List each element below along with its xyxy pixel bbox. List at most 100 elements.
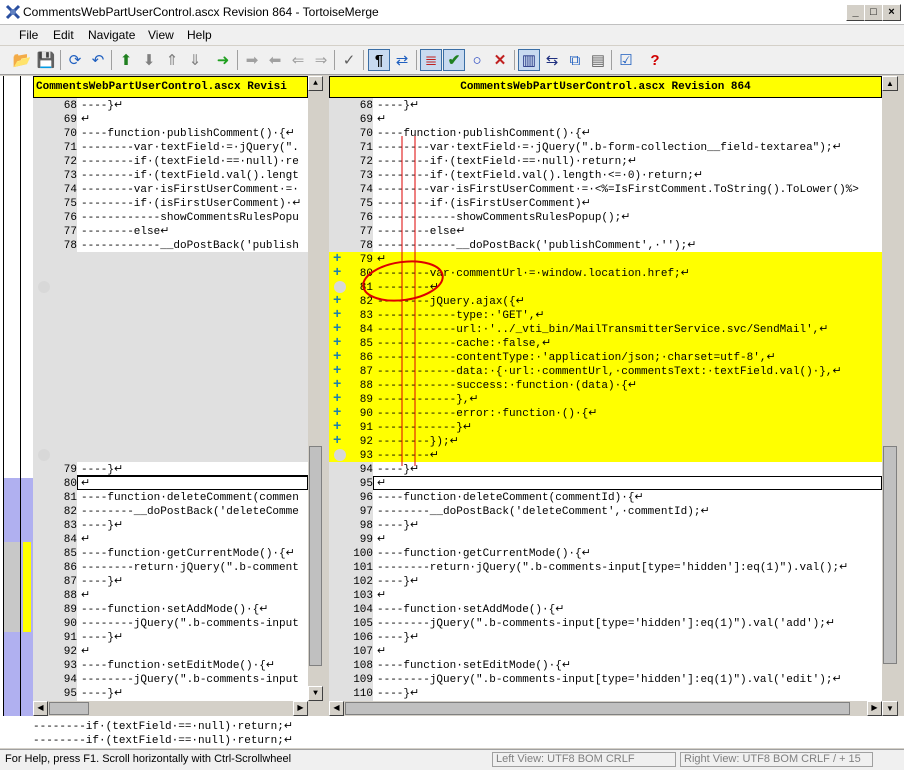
line-text: --------if·(textField·==·null)·re (81, 156, 299, 168)
save-icon[interactable]: 💾 (35, 49, 57, 71)
close-x-icon[interactable]: ✕ (489, 49, 511, 71)
one-pane-icon[interactable]: ▥ (518, 49, 540, 71)
line-text: ----}↵ (81, 464, 124, 476)
toolbar-separator (111, 50, 112, 70)
line-number: 79 (63, 464, 77, 476)
two-pane-icon[interactable]: ⇆ (541, 49, 563, 71)
right-vertical-scrollbar[interactable]: ▲ ▼ (882, 76, 898, 716)
scroll-thumb[interactable] (883, 446, 897, 664)
use-theirs-icon[interactable]: ➡ (241, 49, 263, 71)
line-text: --------return·jQuery(".b-comment (81, 562, 299, 574)
scroll-thumb[interactable] (309, 446, 322, 666)
next-diff-icon[interactable]: ⇓ (184, 49, 206, 71)
scroll-up-button[interactable]: ▲ (882, 76, 898, 91)
line-number: 81 (63, 492, 77, 504)
scroll-down-button[interactable]: ▼ (882, 701, 898, 716)
line-number: 89 (63, 604, 77, 616)
settings-icon[interactable]: ☑ (615, 49, 637, 71)
line-number: 83 (63, 520, 77, 532)
blame-icon[interactable]: ▤ (587, 49, 609, 71)
line-number: 73 (63, 170, 77, 182)
prev-diff-icon[interactable]: ⇑ (161, 49, 183, 71)
menu-view[interactable]: View (148, 28, 174, 42)
menu-bar: File Edit Navigate View Help (0, 25, 904, 45)
line-number: 71 (63, 142, 77, 154)
next-conflict-icon[interactable]: ⬇ (138, 49, 160, 71)
line-text: ----function·getCurrentMode()·{↵ (81, 548, 295, 560)
right-view-change-count: / + 15 (832, 753, 861, 765)
use-mine-icon[interactable]: ⬅ (264, 49, 286, 71)
menu-file[interactable]: File (19, 28, 38, 42)
circle-icon[interactable]: ○ (466, 49, 488, 71)
locator-added-marker (23, 542, 31, 632)
status-help-text: For Help, press F1. Scroll horizontally … (5, 753, 292, 765)
diff-circle-icon (38, 281, 50, 293)
line-text: ----}↵ (81, 688, 124, 700)
line-text: --------__doPostBack('deleteComme (81, 506, 299, 518)
line-number: 95 (63, 688, 77, 700)
line-text: ------------showCommentsRulesPopu (81, 212, 299, 224)
patch-icon[interactable]: ⧉ (564, 49, 586, 71)
prev-conflict-icon[interactable]: ⬆ (115, 49, 137, 71)
status-bar: For Help, press F1. Scroll horizontally … (0, 749, 904, 770)
toolbar-separator (237, 50, 238, 70)
line-text: ↵ (81, 646, 91, 658)
use-mine-before-icon[interactable]: ⇒ (310, 49, 332, 71)
scroll-left-button[interactable]: ◀ (329, 701, 344, 716)
left-view[interactable]: CommentsWebPartUserControl.ascx Revisi 6… (33, 76, 323, 716)
inline-diff-icon[interactable]: ≣ (420, 49, 442, 71)
line-text: ----function·deleteComment(commen (81, 492, 299, 504)
scroll-down-button[interactable]: ▼ (308, 686, 323, 701)
current-line-box (77, 476, 308, 490)
window-title: CommentsWebPartUserControl.ascx Revision… (23, 5, 379, 19)
next-step-icon[interactable]: ➜ (212, 49, 234, 71)
line-number: 91 (63, 632, 77, 644)
mark-resolved-icon[interactable]: ✓ (338, 49, 360, 71)
scroll-right-button[interactable]: ▶ (867, 701, 882, 716)
check-icon[interactable]: ✔ (443, 49, 465, 71)
minimize-button[interactable]: _ (846, 4, 865, 21)
left-vertical-scrollbar[interactable]: ▲ ▼ (308, 76, 323, 701)
right-view[interactable]: CommentsWebPartUserControl.ascx Revision… (329, 76, 882, 716)
scroll-thumb[interactable] (49, 702, 89, 715)
line-text: --------var·isFirstUserComment·=· (81, 184, 299, 196)
use-theirs-before-icon[interactable]: ⇐ (287, 49, 309, 71)
undo-icon[interactable]: ↶ (87, 49, 109, 71)
line-text: --------jQuery(".b-comments-input (81, 674, 299, 686)
tortoise-app-icon (5, 4, 21, 20)
scroll-right-button[interactable]: ▶ (293, 701, 308, 716)
maximize-button[interactable]: □ (864, 4, 883, 21)
line-text: ----}↵ (81, 520, 124, 532)
open-icon[interactable]: 📂 (11, 49, 33, 71)
bottom-line-diff[interactable]: --------if·(textField·==·null)·return;↵ … (0, 716, 904, 748)
locator-bar[interactable] (0, 76, 33, 748)
menu-navigate[interactable]: Navigate (88, 28, 135, 42)
line-number: 88 (63, 590, 77, 602)
line-number: 86 (63, 562, 77, 574)
scroll-up-button[interactable]: ▲ (308, 76, 323, 91)
wrap-icon[interactable]: ⇄ (391, 49, 413, 71)
line-number: 82 (63, 506, 77, 518)
right-horizontal-scrollbar[interactable]: ◀ ▶ (329, 701, 882, 716)
close-button[interactable]: × (882, 4, 901, 21)
reload-icon[interactable]: ⟳ (64, 49, 86, 71)
line-number: 92 (63, 646, 77, 658)
line-number: 94 (63, 674, 77, 686)
scroll-thumb[interactable] (345, 702, 850, 715)
locator-empty-marker (4, 542, 20, 632)
left-view-encoding: Left View: UTF8 BOM CRLF (492, 752, 676, 767)
whitespace-icon[interactable]: ¶ (368, 49, 390, 71)
line-text: ------------__doPostBack('publish (81, 240, 299, 252)
left-view-header: CommentsWebPartUserControl.ascx Revisi (33, 76, 308, 98)
help-icon[interactable]: ? (644, 49, 666, 71)
left-horizontal-scrollbar[interactable]: ◀ ▶ (33, 701, 323, 716)
toolbar-separator (334, 50, 335, 70)
line-text: ↵ (81, 478, 91, 490)
line-text: --------var·textField·=·jQuery(". (81, 142, 299, 154)
menu-help[interactable]: Help (187, 28, 212, 42)
scroll-left-button[interactable]: ◀ (33, 701, 48, 716)
menu-edit[interactable]: Edit (53, 28, 74, 42)
line-number: 90 (63, 618, 77, 630)
toolbar-separator (363, 50, 364, 70)
red-annotation (362, 136, 444, 466)
